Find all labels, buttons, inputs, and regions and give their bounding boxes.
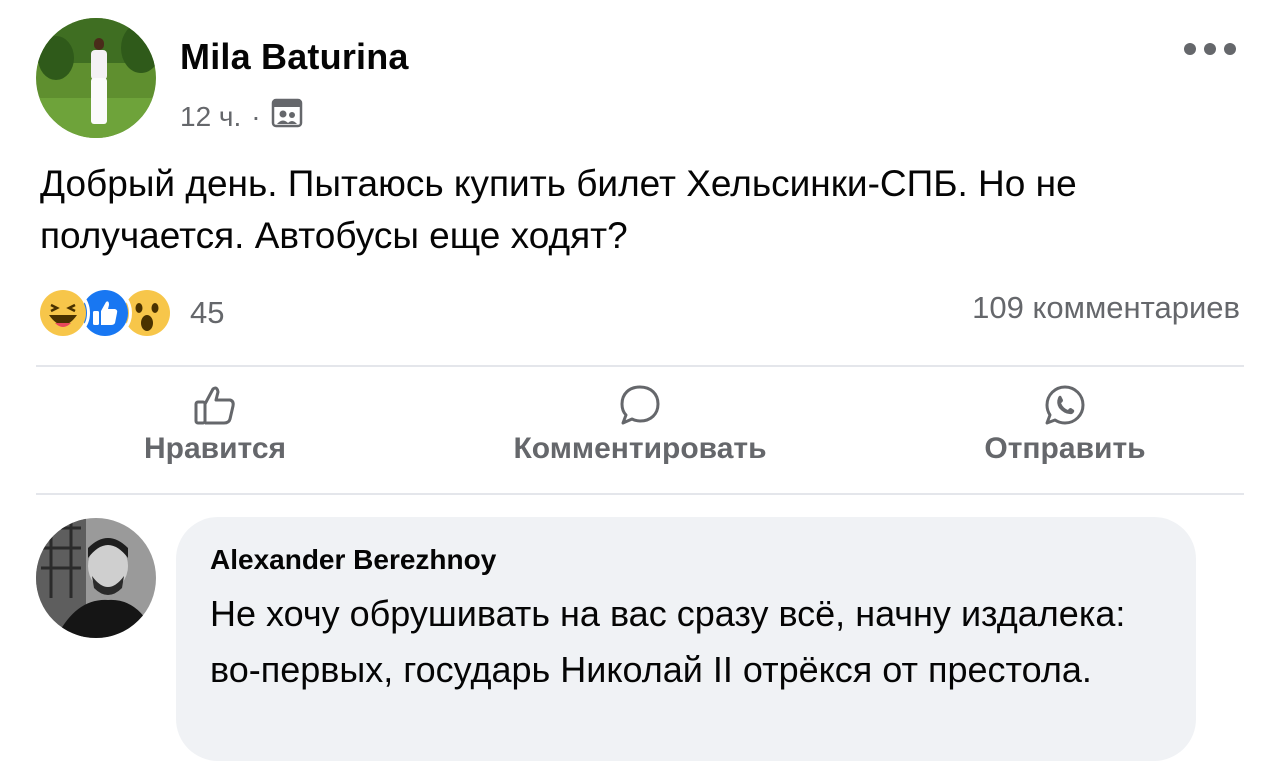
whatsapp-icon	[1045, 385, 1085, 425]
commenter-avatar[interactable]	[36, 518, 156, 638]
reactions-summary[interactable]: 45	[36, 286, 224, 340]
like-label: Нравится	[143, 432, 287, 465]
post-meta: 12 ч. ·	[180, 98, 303, 135]
author-avatar[interactable]	[36, 18, 156, 138]
post-text: Добрый день. Пытаюсь купить билет Хельси…	[40, 163, 1077, 256]
divider-bottom	[36, 493, 1244, 495]
comment-text: Не хочу обрушивать на вас сразу всё, нач…	[210, 593, 1126, 690]
divider-top	[36, 365, 1244, 367]
thumbs-up-icon	[194, 386, 235, 425]
post-author-name[interactable]: Mila Baturina	[180, 36, 409, 78]
comments-count-link[interactable]: 109 комментариев	[972, 290, 1240, 326]
like-button[interactable]: Нравится	[120, 384, 310, 466]
friends-audience-icon[interactable]	[271, 98, 303, 135]
send-label: Отправить	[984, 432, 1146, 465]
reaction-count: 45	[190, 295, 225, 330]
post-time[interactable]: 12 ч.	[180, 101, 241, 133]
comment-label: Комментировать	[513, 432, 767, 465]
haha-reaction-icon	[36, 286, 90, 340]
send-button[interactable]: Отправить	[960, 384, 1170, 466]
commenter-name[interactable]: Alexander Berezhnoy	[210, 544, 496, 576]
meta-separator: ·	[251, 100, 261, 132]
comment-icon	[620, 385, 660, 425]
more-options-button[interactable]	[1180, 34, 1240, 64]
comment-button[interactable]: Комментировать	[470, 384, 810, 466]
more-dots-icon	[1184, 43, 1236, 55]
